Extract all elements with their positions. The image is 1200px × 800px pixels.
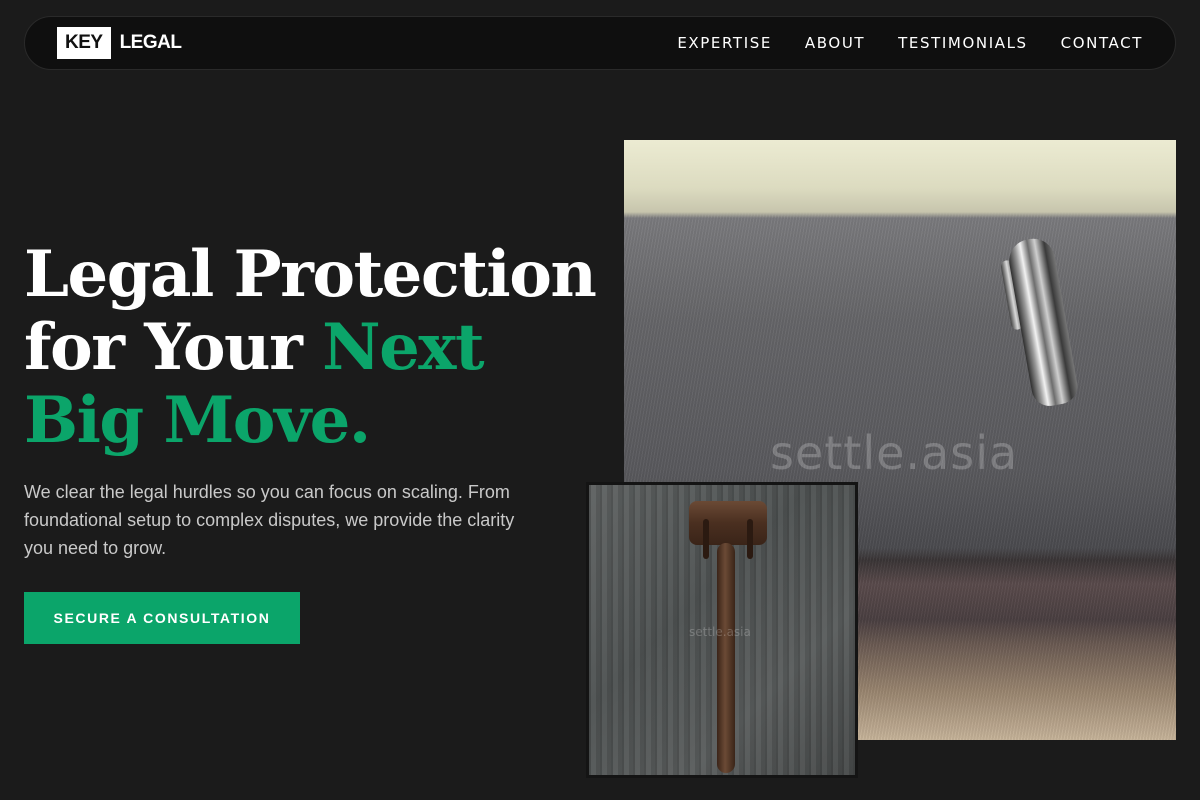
nav-link-expertise[interactable]: EXPERTISE	[677, 34, 772, 52]
nav-links: EXPERTISE ABOUT TESTIMONIALS CONTACT	[677, 34, 1143, 52]
nav-link-testimonials[interactable]: TESTIMONIALS	[898, 34, 1027, 52]
headline-accent-next: Next	[322, 310, 484, 385]
gavel-icon	[689, 501, 767, 559]
gavel-image-watermark: settle.asia	[689, 625, 751, 639]
headline-line-2: for Your	[24, 310, 323, 385]
gavel-ring-left	[703, 519, 709, 559]
logo[interactable]: KEY LEGAL	[57, 27, 182, 59]
nav-link-about[interactable]: ABOUT	[805, 34, 865, 52]
logo-key-badge: KEY	[57, 27, 111, 59]
headline-line-1: Legal Protection	[24, 237, 597, 312]
page: KEY LEGAL EXPERTISE ABOUT TESTIMONIALS C…	[0, 0, 1200, 800]
top-navbar: KEY LEGAL EXPERTISE ABOUT TESTIMONIALS C…	[24, 16, 1176, 70]
hero-headline: Legal Protection for Your Next Big Move.	[24, 238, 604, 457]
logo-wordmark: LEGAL	[119, 32, 182, 53]
gavel-handle	[717, 543, 735, 773]
gavel-ring-right	[747, 519, 753, 559]
headline-accent-big-move: Big Move.	[24, 383, 371, 458]
secure-consultation-button[interactable]: SECURE A CONSULTATION	[24, 592, 300, 644]
nav-link-contact[interactable]: CONTACT	[1061, 34, 1143, 52]
pen-image-watermark: settle.asia	[770, 426, 1019, 480]
gavel-image: settle.asia	[586, 482, 858, 778]
hero-subtext: We clear the legal hurdles so you can fo…	[24, 482, 515, 558]
